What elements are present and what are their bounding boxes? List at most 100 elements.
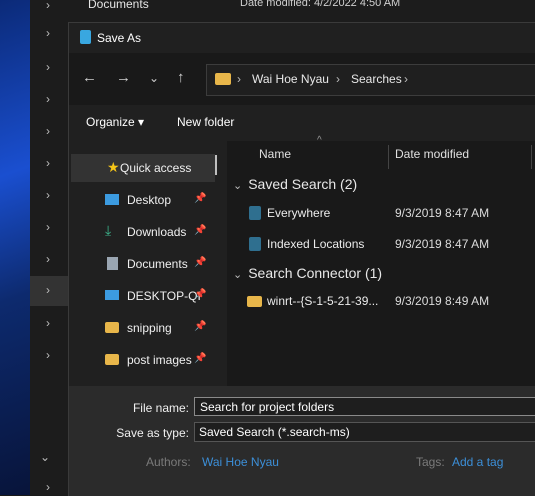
save-as-type-label: Save as type: (116, 426, 189, 440)
chevron-right-icon[interactable]: › (46, 316, 50, 330)
nav-item-label: DESKTOP-QI (127, 289, 201, 303)
desktop-icon (105, 194, 119, 205)
documents-icon (107, 257, 118, 270)
chevron-right-icon[interactable]: › (46, 252, 50, 266)
column-divider[interactable] (531, 145, 532, 169)
pin-icon: 📌 (194, 225, 207, 236)
chevron-right-icon[interactable]: › (46, 348, 50, 362)
chevron-right-icon: › (46, 283, 50, 297)
up-arrow-icon[interactable]: ↑ (177, 69, 185, 86)
breadcrumb-user[interactable]: Wai Hoe Nyau (252, 72, 329, 86)
chevron-right-icon[interactable]: › (46, 26, 50, 40)
chevron-down-icon: ⌄ (233, 180, 243, 192)
breadcrumb-searches[interactable]: Searches (351, 72, 402, 86)
chevron-down-icon: ⌄ (233, 269, 243, 281)
nav-item-label: snipping (127, 321, 172, 335)
app-icon (80, 30, 91, 44)
title-bar: Save As (69, 23, 535, 53)
nav-item-this-pc[interactable]: DESKTOP-QI 📌 (69, 282, 217, 310)
list-item[interactable]: winrt--{S-1-5-21-39... 9/3/2019 8:49 AM (227, 286, 535, 316)
nav-item-desktop[interactable]: Desktop 📌 (69, 186, 217, 214)
sort-ascending-icon: ^ (317, 135, 322, 146)
chevron-right-icon[interactable]: › (46, 92, 50, 106)
pin-icon: 📌 (194, 321, 207, 332)
column-header-date-modified[interactable]: Date modified (395, 147, 469, 175)
organize-button[interactable]: Organize ▾ (86, 115, 144, 129)
address-bar[interactable]: › Wai Hoe Nyau › Searches › (206, 64, 535, 96)
chevron-down-icon[interactable]: ⌄ (40, 450, 50, 464)
tags-label: Tags: (416, 455, 445, 469)
column-header-name[interactable]: Name (259, 147, 291, 175)
authors-value[interactable]: Wai Hoe Nyau (202, 455, 279, 469)
chevron-right-icon[interactable]: › (46, 0, 50, 12)
recent-locations-chevron-icon[interactable]: ⌄ (149, 71, 159, 85)
file-name: Indexed Locations (267, 237, 365, 251)
nav-item-quick-access[interactable]: ★ Quick access (71, 154, 215, 182)
navigation-pane: ★ Quick access Desktop 📌 ⤓ Downloads 📌 D… (69, 141, 227, 386)
background-file-header: Documents Date modified: 4/2/2022 4:50 A… (68, 0, 535, 22)
save-options-panel: File name: Save as type: Saved Search (*… (69, 386, 535, 496)
group-header-search-connector[interactable]: ⌄ Search Connector (1) (233, 265, 382, 281)
chevron-right-icon[interactable]: › (46, 156, 50, 170)
file-name: winrt--{S-1-5-21-39... (267, 294, 379, 308)
tree-item-selected[interactable]: › (30, 276, 68, 306)
chevron-right-icon[interactable]: › (46, 60, 50, 74)
folder-icon (105, 354, 119, 365)
pane-splitter[interactable] (215, 155, 217, 175)
nav-item-label: Quick access (120, 161, 192, 175)
dialog-title: Save As (97, 31, 142, 45)
column-divider[interactable] (388, 145, 389, 169)
navigation-bar: ← → ⌄ ↑ › Wai Hoe Nyau › Searches › (69, 53, 535, 105)
pin-icon: 📌 (194, 257, 207, 268)
file-list: ^ Name Date modified ⌄ Saved Search (2) E… (227, 135, 535, 386)
pin-icon: 📌 (194, 353, 207, 364)
breadcrumb-chevron-icon[interactable]: › (404, 72, 408, 86)
add-tag-link[interactable]: Add a tag (452, 455, 503, 469)
star-icon: ★ (107, 159, 120, 175)
file-name-label: File name: (132, 401, 189, 415)
nav-item-label: Downloads (127, 225, 187, 239)
saved-search-icon (249, 206, 261, 220)
chevron-right-icon[interactable]: › (46, 124, 50, 138)
authors-label: Authors: (146, 455, 191, 469)
list-item[interactable]: Indexed Locations 9/3/2019 8:47 AM (227, 229, 535, 259)
file-name-input[interactable] (194, 397, 535, 416)
download-icon: ⤓ (105, 222, 112, 238)
list-item[interactable]: Everywhere 9/3/2019 8:47 AM (227, 198, 535, 228)
nav-item-documents[interactable]: Documents 📌 (69, 250, 217, 278)
background-tree-item: Documents (88, 0, 149, 11)
saved-search-icon (249, 237, 261, 251)
command-bar: Organize ▾ New folder (69, 105, 535, 141)
group-title: Search Connector (1) (248, 265, 383, 281)
pin-icon: 📌 (194, 289, 207, 300)
nav-item-label: Desktop (127, 193, 172, 207)
nav-item-label: Documents (127, 257, 188, 271)
forward-arrow-icon[interactable]: → (116, 69, 131, 86)
computer-icon (105, 290, 119, 300)
group-header-saved-search[interactable]: ⌄ Saved Search (2) (233, 176, 357, 192)
chevron-right-icon[interactable]: › (46, 480, 50, 494)
nav-item-snipping[interactable]: snipping 📌 (69, 314, 217, 342)
search-connector-icon (247, 296, 262, 307)
save-as-type-select[interactable]: Saved Search (*.search-ms) (194, 422, 535, 442)
breadcrumb-chevron-icon[interactable]: › (237, 72, 241, 86)
background-date-modified: Date modified: 4/2/2022 4:50 AM (240, 0, 401, 9)
file-date: 9/3/2019 8:47 AM (395, 206, 490, 220)
file-name: Everywhere (267, 206, 331, 220)
desktop-wallpaper (0, 0, 30, 495)
folder-icon (215, 73, 231, 85)
nav-item-post-images[interactable]: post images 📌 (69, 346, 217, 374)
breadcrumb-chevron-icon[interactable]: › (336, 72, 340, 86)
nav-item-label: post images (127, 353, 192, 367)
file-date: 9/3/2019 8:49 AM (395, 294, 490, 308)
back-arrow-icon[interactable]: ← (82, 69, 97, 86)
group-title: Saved Search (2) (248, 176, 358, 192)
pin-icon: 📌 (194, 193, 207, 204)
chevron-right-icon[interactable]: › (46, 188, 50, 202)
nav-item-downloads[interactable]: ⤓ Downloads 📌 (69, 218, 217, 246)
folder-icon (105, 322, 119, 333)
file-date: 9/3/2019 8:47 AM (395, 237, 490, 251)
save-as-dialog: Save As ← → ⌄ ↑ › Wai Hoe Nyau › Searche… (68, 22, 535, 496)
chevron-right-icon[interactable]: › (46, 220, 50, 234)
new-folder-button[interactable]: New folder (177, 115, 234, 129)
